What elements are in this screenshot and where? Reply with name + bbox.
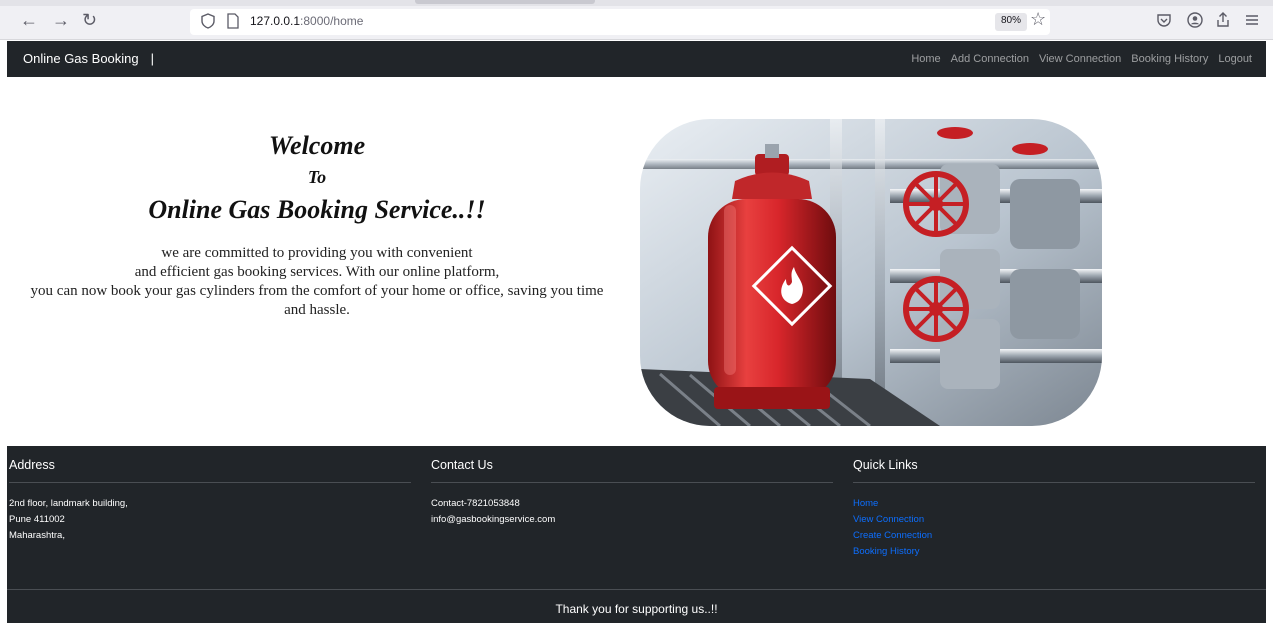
quick-link-booking-history[interactable]: Booking History (853, 544, 1255, 560)
footer-divider (7, 589, 1266, 590)
nav-view-connection[interactable]: View Connection (1039, 53, 1121, 65)
quick-links-heading: Quick Links (853, 458, 1255, 483)
share-icon[interactable] (1214, 11, 1232, 29)
hero-line: and efficient gas booking services. With… (134, 264, 500, 280)
to-heading: To (307, 167, 327, 187)
reload-icon[interactable]: ↻ (82, 10, 97, 30)
address-line: 2nd floor, landmark building, (9, 498, 128, 509)
tab-strip (0, 0, 1273, 6)
url-host: 127.0.0.1 (250, 14, 301, 28)
nav-links: Home Add Connection View Connection Book… (911, 53, 1252, 65)
nav-add-connection[interactable]: Add Connection (951, 53, 1029, 65)
back-arrow-icon[interactable]: ← (20, 10, 38, 30)
bookmark-star-icon[interactable]: ☆ (1030, 9, 1046, 30)
footer-quick-links: Quick Links Home View Connection Create … (853, 458, 1255, 560)
footer-address: Address 2nd floor, landmark building, Pu… (9, 458, 411, 544)
hero-description: we are committed to providing you with c… (7, 244, 627, 320)
site-navbar: Online Gas Booking | Home Add Connection … (7, 41, 1266, 77)
contact-email: info@gasbookingservice.com (431, 514, 556, 525)
url-bar[interactable]: 127.0.0.1:8000/home (190, 9, 1050, 35)
nav-logout[interactable]: Logout (1218, 53, 1252, 65)
hero-line: you can now book your gas cylinders from… (30, 283, 604, 299)
quick-link-view-connection[interactable]: View Connection (853, 512, 1255, 528)
address-line: Pune 411002 (9, 514, 65, 525)
brand[interactable]: Online Gas Booking | (23, 51, 154, 66)
browser-toolbar: ← → ↻ 127.0.0.1:8000/home 80% ☆ (0, 0, 1273, 40)
quick-link-home[interactable]: Home (853, 496, 1255, 512)
nav-home[interactable]: Home (911, 53, 940, 65)
service-heading: Online Gas Booking Service..!! (148, 195, 486, 224)
quick-link-create-connection[interactable]: Create Connection (853, 528, 1255, 544)
gas-cylinder-image (640, 119, 1102, 426)
address-line: Maharashtra, (9, 530, 65, 541)
shield-icon[interactable] (200, 13, 216, 29)
contact-heading: Contact Us (431, 458, 833, 483)
forward-arrow-icon[interactable]: → (52, 10, 70, 30)
page-icon (227, 13, 239, 29)
contact-phone: Contact-7821053848 (431, 498, 520, 509)
hero-text: Welcome To Online Gas Booking Service..!… (7, 128, 627, 320)
url-path: :8000/home (300, 14, 364, 28)
nav-booking-history[interactable]: Booking History (1131, 53, 1208, 65)
footer-contact: Contact Us Contact-7821053848 info@gasbo… (431, 458, 833, 528)
site-footer: Address 2nd floor, landmark building, Pu… (7, 446, 1266, 623)
address-heading: Address (9, 458, 411, 483)
hero-line: we are committed to providing you with c… (161, 245, 473, 261)
zoom-level[interactable]: 80% (995, 13, 1028, 31)
brand-separator: | (150, 51, 155, 66)
menu-icon[interactable] (1243, 11, 1261, 29)
hero-line: and hassle. (284, 302, 350, 318)
welcome-heading: Welcome (268, 131, 366, 160)
active-tab-indicator[interactable] (415, 0, 595, 4)
footer-thanks: Thank you for supporting us..!! (555, 602, 718, 616)
account-icon[interactable] (1186, 11, 1204, 29)
brand-name: Online Gas Booking (23, 51, 139, 66)
url-text[interactable]: 127.0.0.1:8000/home (250, 14, 363, 28)
pocket-icon[interactable] (1155, 11, 1173, 29)
